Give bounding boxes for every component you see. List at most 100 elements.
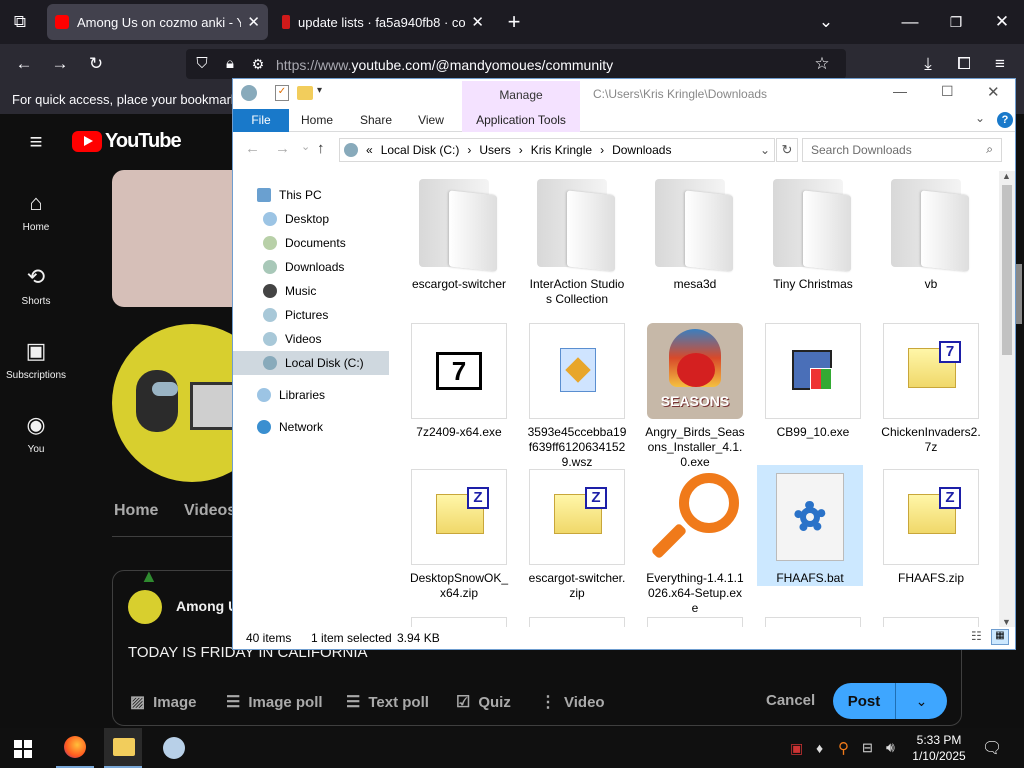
- file-item-partial[interactable]: [411, 617, 507, 627]
- file-item[interactable]: escargot-switcher: [409, 175, 509, 292]
- taskbar-file-explorer[interactable]: [104, 728, 142, 768]
- ribbon-context-manage[interactable]: Manage: [462, 81, 580, 109]
- reload-icon[interactable]: ↻: [84, 54, 108, 74]
- ribbon-tab-file[interactable]: File: [233, 109, 289, 132]
- network-icon[interactable]: ⊟: [862, 740, 873, 756]
- search-downloads-input[interactable]: Search Downloads ⌕: [802, 138, 1002, 162]
- file-item[interactable]: mesa3d: [645, 175, 745, 292]
- breadcrumb-downloads[interactable]: Downloads: [612, 143, 671, 157]
- file-item[interactable]: 7 ChickenInvaders2.7z: [881, 323, 981, 455]
- image-poll-tool-button[interactable]: ☰ Image poll: [226, 692, 323, 712]
- lock-icon[interactable]: 🔒︎: [220, 54, 240, 74]
- channel-tab-videos[interactable]: Videos: [184, 502, 236, 520]
- ribbon-tab-home[interactable]: Home: [295, 109, 339, 132]
- breadcrumb-users[interactable]: Users: [479, 143, 510, 157]
- file-list-scrollbar[interactable]: ▲ ▼: [999, 171, 1015, 627]
- volume-icon[interactable]: 🔊︎: [886, 739, 895, 756]
- properties-icon[interactable]: ✓: [275, 85, 289, 101]
- file-item-partial[interactable]: [883, 617, 979, 627]
- scroll-up-icon[interactable]: ▲: [1002, 171, 1011, 181]
- url-bar[interactable]: ⛉ 🔒︎ ⚙ https://www.youtube.com/@mandyomo…: [186, 49, 846, 79]
- file-item-partial[interactable]: [765, 617, 861, 627]
- scroll-down-icon[interactable]: ▼: [1002, 617, 1011, 627]
- minimize-icon[interactable]: —: [898, 12, 922, 32]
- file-item[interactable]: 7 7z2409-x64.exe: [409, 323, 509, 440]
- url-text[interactable]: https://www.youtube.com/@mandyomoues/com…: [276, 57, 613, 73]
- start-windows-icon[interactable]: [14, 740, 32, 758]
- nav-local-disk[interactable]: Local Disk (C:): [233, 351, 389, 375]
- menu-icon[interactable]: ≡: [988, 54, 1012, 74]
- breadcrumb-kris-kringle[interactable]: Kris Kringle: [531, 143, 592, 157]
- tab-active[interactable]: Among Us on cozmo anki - You ✕: [47, 4, 268, 40]
- close-tab-icon[interactable]: ✕: [471, 13, 484, 31]
- address-history-chevron-icon[interactable]: ⌄: [760, 143, 770, 157]
- explorer-close-icon[interactable]: ✕: [987, 83, 1000, 101]
- explorer-maximize-icon[interactable]: ☐: [941, 83, 954, 100]
- close-tab-icon[interactable]: ✕: [247, 13, 260, 31]
- nav-this-pc[interactable]: This PC: [257, 183, 383, 207]
- up-folder-icon[interactable]: ↑: [317, 140, 325, 157]
- drive-icon[interactable]: [241, 85, 257, 101]
- tray-everything-icon[interactable]: ⚲: [838, 739, 849, 757]
- nav-videos[interactable]: Videos: [263, 327, 389, 351]
- forward-icon[interactable]: →: [48, 54, 72, 74]
- post-button[interactable]: Post: [833, 693, 895, 710]
- quiz-tool-button[interactable]: ☑ Quiz: [456, 692, 511, 712]
- text-poll-tool-button[interactable]: ☰ Text poll: [346, 692, 429, 712]
- explorer-minimize-icon[interactable]: —: [893, 83, 907, 99]
- tray-drop-icon[interactable]: ♦: [816, 740, 823, 756]
- youtube-logo[interactable]: YouTube: [72, 130, 182, 153]
- maximize-icon[interactable]: ❐: [944, 12, 968, 32]
- file-item[interactable]: Z escargot-switcher.zip: [527, 469, 627, 601]
- close-window-icon[interactable]: ✕: [990, 12, 1014, 32]
- file-item-selected[interactable]: FHAAFS.bat: [757, 465, 863, 586]
- tab-list-icon[interactable]: ⧉: [8, 12, 32, 32]
- file-item[interactable]: Everything-1.4.1.1026.x64-Setup.exe: [645, 469, 745, 616]
- tray-app-icon[interactable]: ▣: [790, 740, 803, 757]
- file-item[interactable]: vb: [881, 175, 981, 292]
- cancel-button[interactable]: Cancel: [766, 692, 815, 709]
- permissions-icon[interactable]: ⚙: [248, 54, 268, 74]
- back-icon[interactable]: ←: [12, 54, 36, 74]
- extensions-icon[interactable]: ⧠: [952, 54, 976, 74]
- file-item-partial[interactable]: [529, 617, 625, 627]
- file-item[interactable]: 3593e45ccebba19f639ff61206341529.wsz: [527, 323, 627, 470]
- address-bar[interactable]: « Local Disk (C:) › Users › Kris Kringle…: [339, 138, 775, 162]
- file-item-partial[interactable]: [647, 617, 743, 627]
- ribbon-tab-application-tools[interactable]: Application Tools: [462, 109, 580, 132]
- nav-desktop[interactable]: Desktop: [263, 207, 389, 231]
- large-icons-view-icon[interactable]: ▦: [991, 629, 1009, 645]
- nav-subscriptions[interactable]: ▣ Subscriptions: [0, 338, 72, 381]
- refresh-icon[interactable]: ↻: [776, 138, 798, 162]
- new-folder-icon[interactable]: [297, 86, 313, 100]
- nav-network[interactable]: Network: [257, 415, 383, 439]
- video-tool-button[interactable]: ⋮ Video: [540, 692, 605, 712]
- nav-libraries[interactable]: Libraries: [257, 383, 383, 407]
- channel-tab-home[interactable]: Home: [114, 502, 158, 520]
- nav-home[interactable]: ⌂ Home: [0, 190, 72, 233]
- breadcrumb-local-disk[interactable]: Local Disk (C:): [381, 143, 460, 157]
- explorer-forward-icon[interactable]: →: [275, 140, 290, 157]
- file-item[interactable]: CB99_10.exe: [763, 323, 863, 440]
- breadcrumb-overflow[interactable]: «: [366, 143, 373, 157]
- tab-overflow-icon[interactable]: ⌄: [814, 12, 838, 32]
- nav-downloads[interactable]: Downloads: [263, 255, 389, 279]
- ribbon-tab-view[interactable]: View: [411, 109, 451, 132]
- clock[interactable]: 5:33 PM 1/10/2025: [910, 732, 968, 764]
- nav-you[interactable]: ◉ You: [0, 412, 72, 455]
- ribbon-tab-share[interactable]: Share: [353, 109, 399, 132]
- downloads-icon[interactable]: ⤓: [916, 54, 940, 74]
- file-item[interactable]: Z DesktopSnowOK_x64.zip: [409, 469, 509, 601]
- taskbar-paint[interactable]: [154, 728, 192, 768]
- bookmark-star-icon[interactable]: ☆: [810, 54, 834, 74]
- notifications-icon[interactable]: 🗨︎: [982, 738, 1002, 758]
- tab-inactive[interactable]: update lists · fa5a940fb8 · colla ✕: [274, 4, 492, 40]
- file-item[interactable]: SEASONS Angry_Birds_Seasons_Installer_4.…: [645, 323, 745, 470]
- breadcrumb-separator[interactable]: ›: [467, 143, 471, 157]
- details-view-icon[interactable]: ☷: [971, 629, 982, 643]
- taskbar-firefox[interactable]: [56, 728, 94, 768]
- file-item[interactable]: Z FHAAFS.zip: [881, 469, 981, 586]
- hamburger-menu-icon[interactable]: ≡: [24, 131, 48, 153]
- file-item[interactable]: Tiny Christmas: [763, 175, 863, 292]
- nav-documents[interactable]: Documents: [263, 231, 389, 255]
